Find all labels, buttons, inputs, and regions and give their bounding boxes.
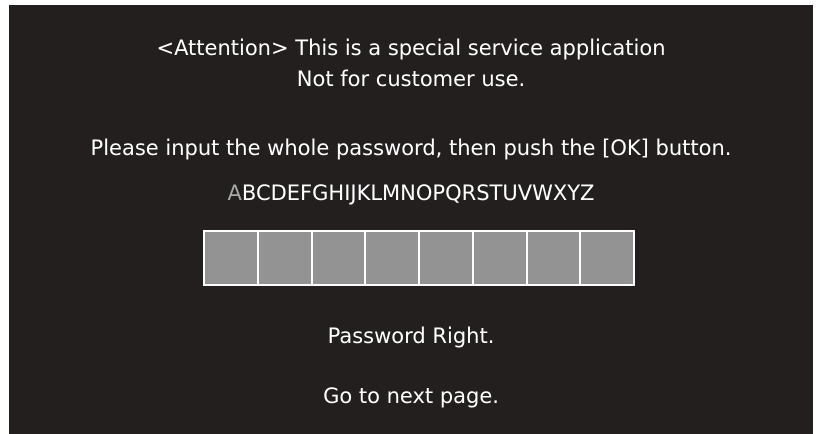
attention-notice: <Attention> This is a special service ap…	[156, 36, 666, 60]
password-field[interactable]	[203, 230, 635, 286]
password-cell[interactable]	[527, 232, 582, 284]
password-instruction: Please input the whole password, then pu…	[90, 136, 732, 160]
password-cell[interactable]	[205, 232, 259, 284]
letter-row[interactable]: BCDEFGHIJKLMNOPQRSTUVWXYZ	[242, 181, 595, 205]
customer-warning: Not for customer use.	[296, 67, 526, 91]
password-cell[interactable]	[366, 232, 420, 284]
password-status: Password Right.	[327, 324, 495, 348]
selected-letter[interactable]: A	[228, 181, 242, 205]
password-cell[interactable]	[473, 232, 528, 284]
next-page-message: Go to next page.	[323, 384, 499, 408]
password-cell[interactable]	[312, 232, 367, 284]
password-cell[interactable]	[258, 232, 313, 284]
password-cell[interactable]	[581, 232, 635, 284]
password-cell[interactable]	[420, 232, 474, 284]
letter-selector[interactable]: ABCDEFGHIJKLMNOPQRSTUVWXYZ	[9, 180, 813, 206]
service-screen: <Attention> This is a special service ap…	[9, 5, 813, 434]
